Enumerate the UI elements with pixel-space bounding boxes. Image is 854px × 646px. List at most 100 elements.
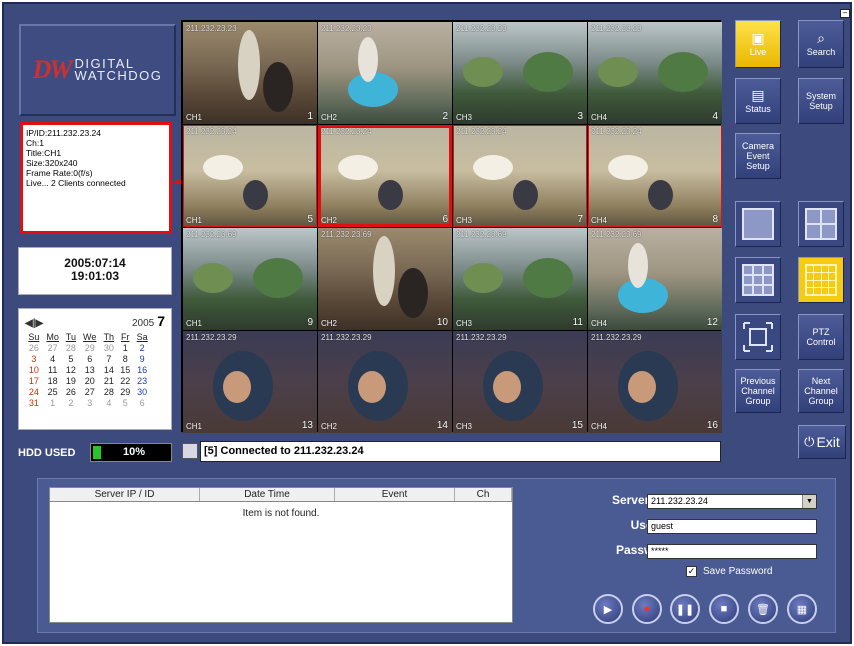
- calendar-day[interactable]: 2: [63, 397, 79, 408]
- calendar-day[interactable]: 23: [133, 375, 151, 386]
- calendar-day[interactable]: 4: [100, 397, 117, 408]
- calendar-day[interactable]: 28: [63, 342, 79, 353]
- split-4-button[interactable]: [798, 201, 844, 247]
- search-button[interactable]: ⌕ Search: [798, 20, 844, 68]
- camera-channel: CH3: [456, 422, 473, 431]
- camera-ip: 211.232.23.23: [456, 24, 507, 33]
- chevron-down-icon[interactable]: ▼: [802, 495, 816, 508]
- system-setup-button[interactable]: System Setup: [798, 78, 844, 124]
- calendar-day[interactable]: 10: [25, 364, 43, 375]
- camera-tile[interactable]: 211.232.23.69 CH3 11: [453, 228, 587, 330]
- camera-tile[interactable]: 211.232.23.29 CH2 14: [318, 331, 452, 433]
- calendar-day[interactable]: 18: [43, 375, 63, 386]
- full-screen-button[interactable]: [735, 314, 781, 360]
- exit-button[interactable]: ⏻ Exit: [798, 425, 846, 459]
- calendar-day[interactable]: 13: [79, 364, 100, 375]
- calendar-day[interactable]: 14: [100, 364, 117, 375]
- camera-event-setup-button[interactable]: Camera Event Setup: [735, 133, 781, 179]
- camera-tile[interactable]: 211.232.23.24 CH2 6: [318, 125, 452, 227]
- event-table[interactable]: Server IP / ID Date Time Event Ch Item i…: [49, 487, 513, 623]
- calendar-day[interactable]: 30: [133, 386, 151, 397]
- column-ch[interactable]: Ch: [455, 488, 512, 501]
- column-server[interactable]: Server IP / ID: [50, 488, 200, 501]
- camera-tile[interactable]: 211.232.23.69 CH4 12: [588, 228, 722, 330]
- calendar-day[interactable]: 9: [133, 353, 151, 364]
- calendar-day[interactable]: 5: [117, 397, 133, 408]
- delete-button[interactable]: 🗑: [748, 594, 778, 624]
- split-16-button[interactable]: [798, 257, 844, 303]
- next-channel-group-button[interactable]: Next Channel Group: [798, 369, 844, 413]
- calendar-day[interactable]: 11: [43, 364, 63, 375]
- backup-button[interactable]: ▦: [787, 594, 817, 624]
- record-button[interactable]: ●: [632, 594, 662, 624]
- camera-tile[interactable]: 211.232.23.24 CH4 8: [588, 125, 722, 227]
- calendar-day[interactable]: 17: [25, 375, 43, 386]
- calendar-day[interactable]: 4: [43, 353, 63, 364]
- password-input[interactable]: *****: [647, 544, 817, 559]
- calendar-day[interactable]: 29: [79, 342, 100, 353]
- calendar-day[interactable]: 26: [63, 386, 79, 397]
- calendar-day[interactable]: 5: [63, 353, 79, 364]
- split-9-button[interactable]: [735, 257, 781, 303]
- ptz-control-button[interactable]: PTZ Control: [798, 314, 844, 360]
- calendar-day[interactable]: 26: [25, 342, 43, 353]
- camera-tile[interactable]: 211.232.23.24 CH3 7: [453, 125, 587, 227]
- play-button[interactable]: ▶: [593, 594, 623, 624]
- camera-tile[interactable]: 211.232.23.29 CH4 16: [588, 331, 722, 433]
- calendar-day[interactable]: 6: [133, 397, 151, 408]
- save-password-option[interactable]: ✓ Save Password: [686, 566, 772, 577]
- calendar-day[interactable]: 22: [117, 375, 133, 386]
- column-datetime[interactable]: Date Time: [200, 488, 335, 501]
- camera-event-label-3: Setup: [746, 161, 770, 171]
- user-id-input[interactable]: guest: [647, 519, 817, 534]
- calendar-day[interactable]: 19: [63, 375, 79, 386]
- camera-tile[interactable]: 211.232.23.23 CH1 1: [183, 22, 317, 124]
- calendar-day[interactable]: 29: [117, 386, 133, 397]
- calendar-day[interactable]: 7: [100, 353, 117, 364]
- calendar-day[interactable]: 12: [63, 364, 79, 375]
- calendar-day[interactable]: 8: [117, 353, 133, 364]
- calendar-day[interactable]: 28: [100, 386, 117, 397]
- calendar-day[interactable]: 31: [25, 397, 43, 408]
- stop-button[interactable]: ■: [709, 594, 739, 624]
- column-event[interactable]: Event: [335, 488, 455, 501]
- calendar-day[interactable]: 1: [43, 397, 63, 408]
- minimize-button[interactable]: –: [840, 9, 850, 18]
- server-select[interactable]: 211.232.23.24 ▼: [647, 494, 817, 509]
- calendar-day[interactable]: 2: [133, 342, 151, 353]
- calendar-day[interactable]: 27: [43, 342, 63, 353]
- split-1-button[interactable]: [735, 201, 781, 247]
- calendar-day[interactable]: 15: [117, 364, 133, 375]
- calendar-prev-next[interactable]: ◀|▶: [25, 318, 43, 329]
- camera-tile[interactable]: 211.232.23.23 CH4 4: [588, 22, 722, 124]
- calendar-day[interactable]: 24: [25, 386, 43, 397]
- calendar-day[interactable]: 3: [25, 353, 43, 364]
- next-label-2: Channel: [804, 386, 838, 396]
- calendar-day[interactable]: 1: [117, 342, 133, 353]
- status-button[interactable]: ▤ Status: [735, 78, 781, 124]
- camera-number: 6: [442, 214, 448, 225]
- camera-tile[interactable]: 211.232.23.69 CH1 9: [183, 228, 317, 330]
- camera-tile[interactable]: 211.232.23.23 CH3 3: [453, 22, 587, 124]
- previous-channel-group-button[interactable]: Previous Channel Group: [735, 369, 781, 413]
- camera-tile[interactable]: 211.232.23.29 CH3 15: [453, 331, 587, 433]
- camera-tile[interactable]: 211.232.23.24 CH1 5: [183, 125, 317, 227]
- scene-shape: [203, 155, 243, 180]
- camera-tile[interactable]: 211.232.23.23 CH2 2: [318, 22, 452, 124]
- calendar-day[interactable]: 25: [43, 386, 63, 397]
- calendar-day[interactable]: 30: [100, 342, 117, 353]
- save-password-checkbox[interactable]: ✓: [686, 566, 697, 577]
- calendar-day[interactable]: 3: [79, 397, 100, 408]
- calendar-day[interactable]: 27: [79, 386, 100, 397]
- calendar-day[interactable]: 16: [133, 364, 151, 375]
- live-button[interactable]: ▣ Live: [735, 20, 781, 68]
- camera-channel: CH4: [591, 216, 608, 225]
- logo: DW DIGITAL WATCHDOG: [19, 24, 176, 116]
- camera-tile[interactable]: 211.232.23.69 CH2 10: [318, 228, 452, 330]
- calendar-day[interactable]: 20: [79, 375, 100, 386]
- camera-tile[interactable]: 211.232.23.29 CH1 13: [183, 331, 317, 433]
- pause-button[interactable]: ❚❚: [670, 594, 700, 624]
- scene-shape: [373, 236, 395, 306]
- calendar-day[interactable]: 21: [100, 375, 117, 386]
- calendar-day[interactable]: 6: [79, 353, 100, 364]
